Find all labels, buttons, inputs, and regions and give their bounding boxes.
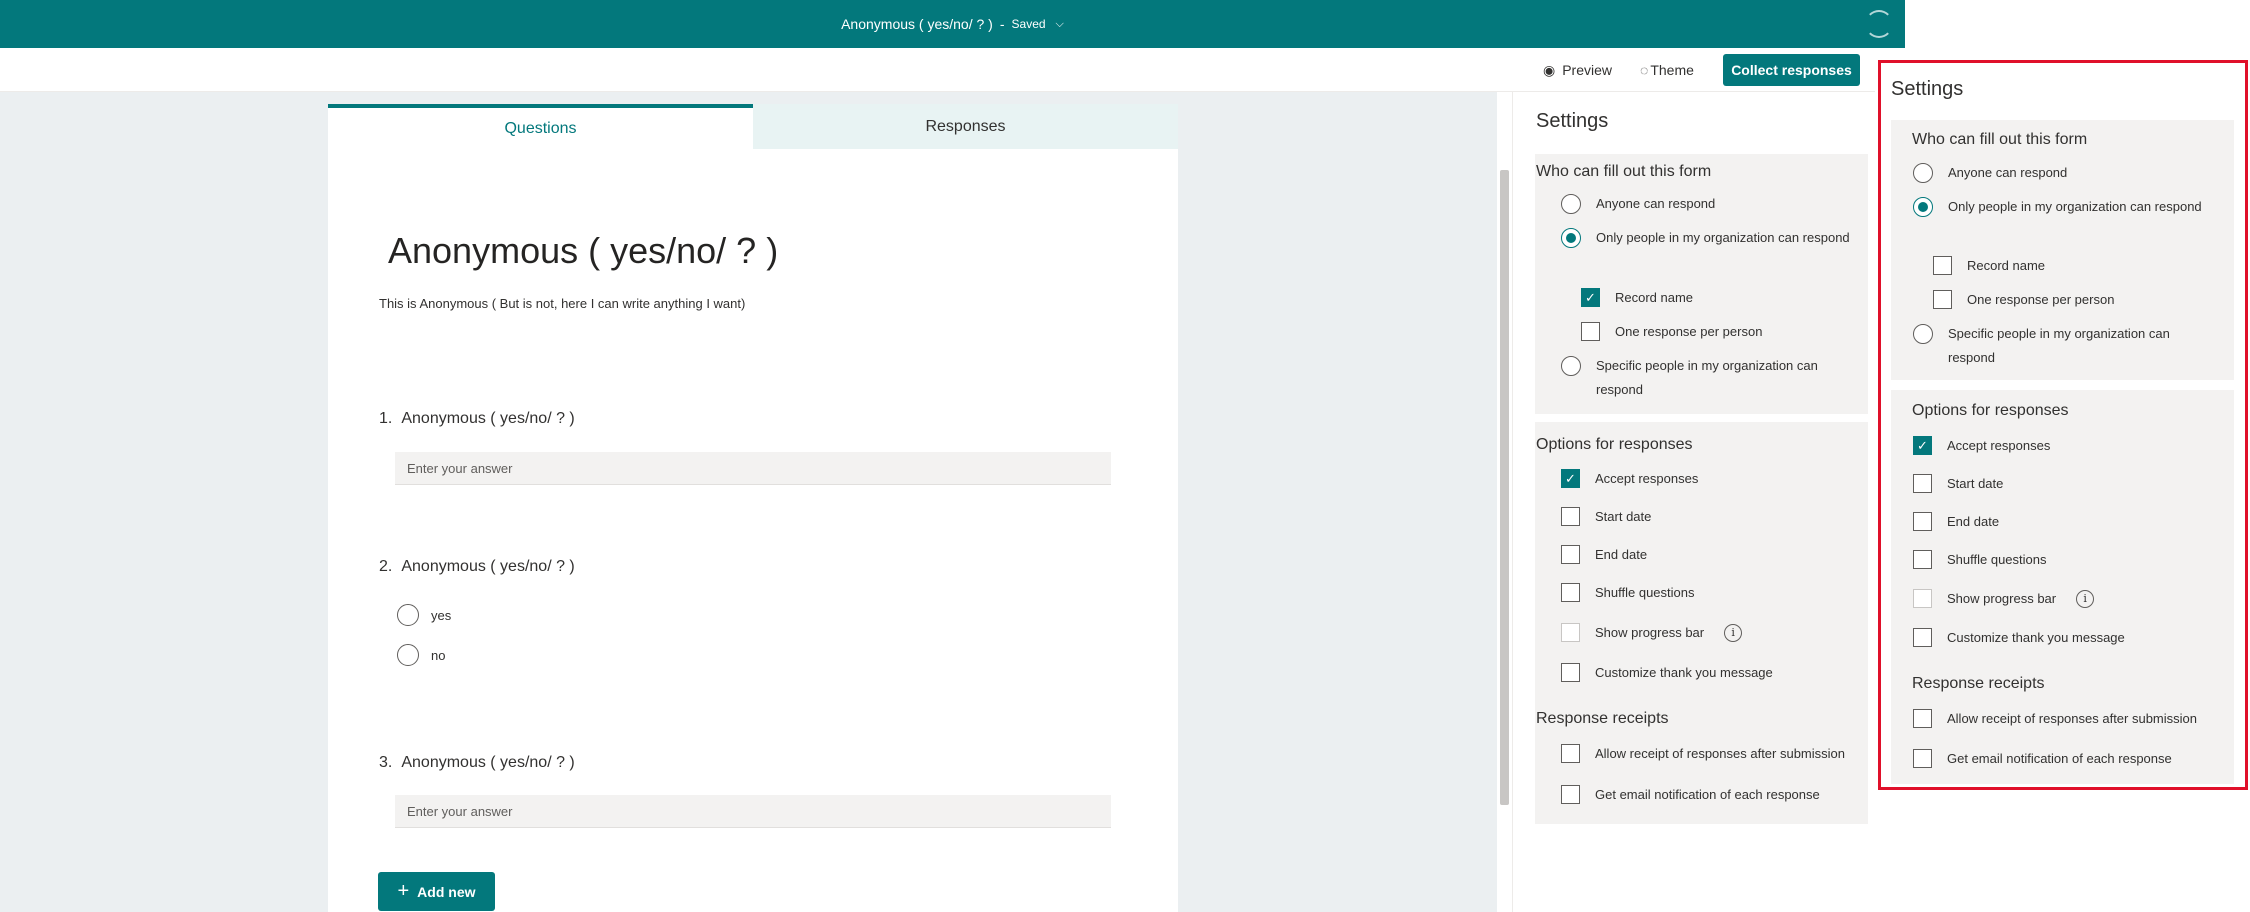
form-card: Questions Responses Anonymous ( yes/no/ … (328, 104, 1178, 912)
option-label: Only people in my organization can respo… (1596, 230, 1850, 245)
accept-responses-option[interactable]: ✓ Accept responses (1561, 467, 1698, 491)
theme-label: Theme (1650, 62, 1694, 78)
tab-questions[interactable]: Questions (328, 104, 753, 149)
form-title[interactable]: Anonymous ( yes/no/ ? ) (388, 230, 778, 272)
one-response-option[interactable]: One response per person (1581, 320, 1851, 344)
add-new-label: Add new (417, 883, 476, 900)
option-label: yes (431, 607, 452, 623)
receipts-section-title: Response receipts (1536, 710, 1669, 727)
specific-people-option[interactable]: Specific people in my organization can r… (1561, 354, 1851, 402)
option-label: Customize thank you message (1595, 665, 1773, 680)
question-3-title[interactable]: 3. Anonymous ( yes/no/ ? ) (379, 754, 575, 772)
option-label: Specific people in my organization can r… (1596, 358, 1818, 397)
option-label: Show progress bar (1595, 625, 1705, 640)
radio-button[interactable] (1561, 194, 1581, 214)
option-label: no (431, 647, 446, 663)
question-2-title[interactable]: 2. Anonymous ( yes/no/ ? ) (379, 558, 575, 576)
checkbox[interactable] (1561, 744, 1580, 763)
option-label: End date (1595, 547, 1648, 562)
checkbox[interactable] (1561, 663, 1580, 682)
preview-label: Preview (1562, 62, 1613, 78)
email-notification-option[interactable]: Get email notification of each response (1561, 783, 1820, 807)
question-text: Anonymous ( yes/no/ ? ) (401, 754, 575, 771)
checkbox-checked[interactable]: ✓ (1561, 469, 1580, 488)
tab-responses[interactable]: Responses (753, 104, 1178, 149)
settings-title: Settings (1536, 110, 1609, 132)
form-name[interactable]: Anonymous ( yes/no/ ? ) (841, 16, 993, 32)
title-separator: - (999, 16, 1005, 32)
checkbox[interactable] (1561, 545, 1580, 564)
plus-icon: + (397, 880, 410, 902)
option-yes[interactable]: yes (397, 604, 451, 626)
option-label: Allow receipt of responses after submiss… (1595, 746, 1846, 761)
settings-panel: Settings Who can fill out this form Anyo… (1512, 92, 1877, 912)
checkbox[interactable] (1581, 322, 1600, 341)
option-label: Start date (1595, 509, 1652, 524)
allow-receipt-option[interactable]: Allow receipt of responses after submiss… (1561, 742, 1845, 766)
checkbox[interactable] (1561, 785, 1580, 804)
end-date-option[interactable]: End date (1561, 543, 1647, 567)
info-icon[interactable]: i (1724, 624, 1743, 642)
start-date-option[interactable]: Start date (1561, 505, 1651, 529)
radio-button[interactable] (397, 604, 419, 626)
anyone-can-respond-option[interactable]: Anyone can respond (1561, 192, 1851, 216)
eye-icon: ◉ (1543, 61, 1556, 78)
org-only-option[interactable]: Only people in my organization can respo… (1561, 226, 1851, 250)
checkbox-checked[interactable]: ✓ (1581, 288, 1600, 307)
title-bar: Anonymous ( yes/no/ ? ) - Saved ⌵ (0, 0, 1905, 48)
save-status: Saved (1011, 17, 1046, 31)
question-number: 3. (379, 754, 393, 771)
question-1-answer-input[interactable]: Enter your answer (395, 452, 1111, 485)
show-progress-bar-option[interactable]: Show progress bar i (1561, 621, 1743, 645)
option-label: Shuffle questions (1595, 585, 1695, 600)
palette-icon: ◌ (1640, 62, 1649, 78)
highlight-box (1878, 60, 2248, 790)
collect-responses-button[interactable]: Collect responses (1723, 54, 1860, 86)
shuffle-questions-option[interactable]: Shuffle questions (1561, 581, 1695, 605)
question-text: Anonymous ( yes/no/ ? ) (401, 558, 575, 575)
radio-button[interactable] (1561, 356, 1581, 376)
option-no[interactable]: no (397, 644, 445, 666)
theme-button[interactable]: ◌ Theme (1640, 54, 1694, 86)
toolbar: ◉ Preview ◌ Theme Collect responses (0, 48, 1875, 92)
record-name-option[interactable]: ✓ Record name (1581, 286, 1851, 310)
scrollbar-thumb[interactable] (1500, 170, 1509, 805)
question-number: 2. (379, 558, 393, 575)
radio-button[interactable] (397, 644, 419, 666)
option-label: Anyone can respond (1596, 196, 1716, 211)
form-canvas: Questions Responses Anonymous ( yes/no/ … (0, 92, 1512, 912)
form-description[interactable]: This is Anonymous ( But is not, here I c… (379, 296, 745, 311)
loading-spinner-icon (1865, 10, 1893, 38)
options-section-title: Options for responses (1536, 436, 1693, 453)
preview-button[interactable]: ◉ Preview (1543, 54, 1612, 86)
question-3-answer-input[interactable]: Enter your answer (395, 795, 1111, 828)
option-label: Accept responses (1595, 471, 1699, 486)
checkbox[interactable] (1561, 507, 1580, 526)
tab-bar: Questions Responses (328, 104, 1178, 149)
checkbox-disabled[interactable] (1561, 623, 1580, 642)
option-label: One response per person (1615, 324, 1763, 339)
question-number: 1. (379, 410, 393, 427)
question-text: Anonymous ( yes/no/ ? ) (401, 410, 575, 427)
question-1-title[interactable]: 1. Anonymous ( yes/no/ ? ) (379, 410, 575, 428)
radio-button-selected[interactable] (1561, 228, 1581, 248)
checkbox[interactable] (1561, 583, 1580, 602)
option-label: Get email notification of each response (1595, 787, 1820, 802)
chevron-down-icon[interactable]: ⌵ (1056, 18, 1064, 31)
option-label: Record name (1615, 290, 1694, 305)
thank-you-message-option[interactable]: Customize thank you message (1561, 661, 1773, 685)
who-section-title: Who can fill out this form (1536, 163, 1712, 180)
add-new-button[interactable]: + Add new (378, 872, 495, 911)
